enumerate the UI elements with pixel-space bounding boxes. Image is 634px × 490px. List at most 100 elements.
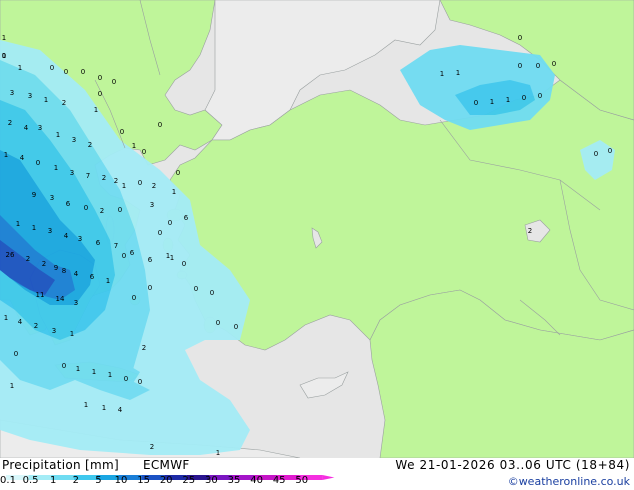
precip-value: 2 [100, 207, 104, 215]
precip-value: 0 [118, 206, 122, 214]
precip-value: 6 [184, 214, 189, 222]
precip-value: 9 [54, 264, 58, 272]
scale-tick: 30 [205, 475, 218, 486]
precip-value: 3 [72, 136, 76, 144]
precip-value: 0 [98, 90, 102, 98]
precip-value: 0 [176, 169, 180, 177]
precip-value: 1 [2, 34, 6, 42]
precip-value: 7 [86, 172, 90, 180]
precip-value: 0 [84, 204, 88, 212]
precip-value: 2 [34, 322, 38, 330]
precip-value: 4 [20, 154, 25, 162]
precip-value: 1 [456, 69, 460, 77]
precip-value: 0 [148, 284, 152, 292]
credit-link[interactable]: ©weatheronline.co.uk [508, 475, 630, 488]
map-title: Precipitation [mm] [2, 458, 119, 472]
precip-value: 2 [26, 255, 30, 263]
precip-value: 3 [74, 299, 78, 307]
precip-value: 2 [62, 99, 66, 107]
precip-value: 1 [54, 164, 58, 172]
precip-value: 2 [150, 443, 154, 451]
precip-value: 1 [94, 106, 98, 114]
precip-value: 0 [124, 375, 128, 383]
scale-tick: 10 [114, 475, 128, 486]
precip-value: 1 [122, 182, 126, 190]
precip-value: 0 [81, 68, 85, 76]
scale-arrow [322, 475, 335, 480]
precipitation-map: 1100003312124313214013722102193602011343… [0, 0, 634, 459]
precip-value: 3 [78, 235, 82, 243]
precip-value: 1 [132, 142, 136, 150]
precip-value: 1 [56, 131, 60, 139]
precip-value: 1 [10, 382, 14, 390]
precip-value: 0 [138, 378, 142, 386]
precip-value: 1 [102, 404, 106, 412]
precip-value: 3 [48, 227, 52, 235]
precip-value: 3 [38, 124, 42, 132]
scale-tick: 40 [250, 475, 263, 486]
precip-value: 0 [112, 78, 116, 86]
precip-value: 1 [216, 449, 220, 457]
valid-time: We 21-01-2026 03..06 UTC (18+84) [395, 458, 630, 472]
precip-value: 1 [70, 330, 74, 338]
scale-tick: 45 [272, 475, 286, 486]
scale-tick: 1 [50, 475, 57, 486]
precip-value: 0 [132, 294, 136, 302]
model-name: ECMWF [143, 458, 190, 472]
precip-value: 2 [528, 227, 532, 235]
precip-value: 1 [76, 365, 80, 373]
precip-value: 1 [506, 96, 510, 104]
precip-value: 2 [8, 119, 12, 127]
precip-value: 3 [150, 201, 154, 209]
precip-value: 1 [108, 371, 112, 379]
precip-value: 0 [168, 219, 172, 227]
precip-value: 11 [36, 291, 45, 299]
precip-value: 1 [4, 314, 8, 322]
precip-value: 4 [74, 270, 79, 278]
scale-tick: 5 [95, 475, 102, 486]
precip-value: 0 [608, 147, 612, 155]
precip-value: 0 [522, 94, 526, 102]
precip-value: 0 [234, 323, 238, 331]
precip-value: 3 [50, 194, 54, 202]
precip-value: 0 [50, 64, 54, 72]
scale-tick: 35 [227, 475, 241, 486]
precip-value: 0 [210, 289, 214, 297]
precip-value: 2 [142, 344, 146, 352]
precip-value: 0 [552, 60, 556, 68]
precip-value: 9 [32, 191, 36, 199]
precip-value: 6 [96, 239, 101, 247]
precip-value: 3 [70, 169, 74, 177]
precip-value: 0 [216, 319, 220, 327]
precip-value: 3 [52, 327, 56, 335]
scale-tick: 0.1 [0, 475, 16, 486]
precip-value: 4 [18, 318, 23, 326]
precip-value: 0 [518, 62, 522, 70]
precip-value: 4 [118, 406, 123, 414]
precip-value: 1 [92, 368, 96, 376]
precip-value: 1 [440, 70, 444, 78]
precip-value: 0 [474, 99, 478, 107]
precip-value: 26 [6, 251, 15, 259]
precip-value: 1 [170, 254, 174, 262]
precip-value: 0 [536, 62, 540, 70]
scale-tick: 15 [137, 475, 150, 486]
precip-value: 6 [66, 200, 71, 208]
precip-value: 0 [98, 74, 102, 82]
precip-value: 0 [518, 34, 522, 42]
precip-value: 6 [148, 256, 153, 264]
precip-value: 8 [62, 267, 66, 275]
precip-value: 4 [24, 124, 29, 132]
scale-tick: 20 [159, 475, 173, 486]
precip-value: 1 [16, 220, 20, 228]
precip-value: 2 [102, 174, 106, 182]
precip-value: 1 [32, 224, 36, 232]
precip-value: 0 [182, 260, 186, 268]
precip-value: 1 [44, 96, 48, 104]
precip-value: 0 [64, 68, 68, 76]
precip-value: 0 [120, 128, 124, 136]
precip-value: 1 [18, 64, 22, 72]
scale-tick: 50 [295, 475, 309, 486]
precip-value: 1 [490, 98, 494, 106]
precip-value: 0 [538, 92, 542, 100]
